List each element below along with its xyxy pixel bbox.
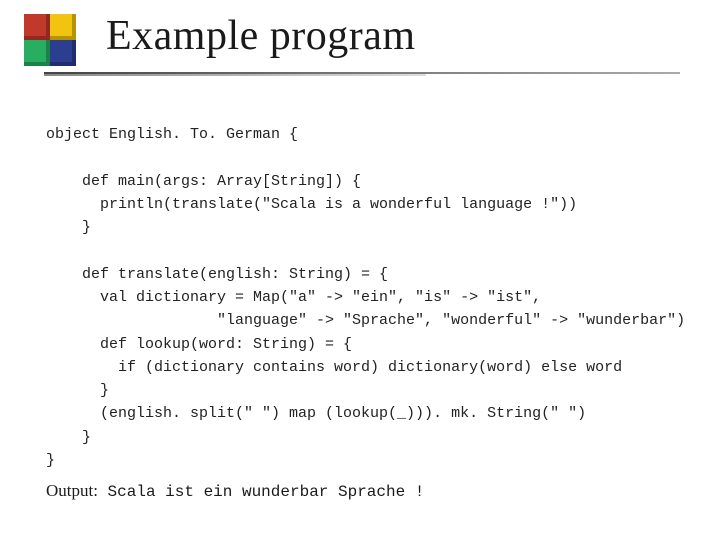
code-line: "language" -> "Sprache", "wonderful" -> …	[46, 312, 685, 329]
code-line: def translate(english: String) = {	[46, 266, 388, 283]
code-block: object English. To. German { def main(ar…	[46, 100, 680, 472]
code-line: println(translate("Scala is a wonderful …	[46, 196, 577, 213]
logo-square-red	[24, 14, 50, 40]
output-line: Output: Scala ist ein wunderbar Sprache …	[46, 478, 680, 505]
code-line: }	[46, 219, 91, 236]
slide-body: object English. To. German { def main(ar…	[46, 100, 680, 505]
slide: Example program object English. To. Germ…	[0, 0, 720, 540]
slide-title: Example program	[106, 12, 416, 60]
logo-square-yellow	[50, 14, 76, 40]
code-line: val dictionary = Map("a" -> "ein", "is" …	[46, 289, 541, 306]
code-line: }	[46, 452, 55, 469]
code-line: }	[46, 382, 109, 399]
code-line: object English. To. German {	[46, 126, 298, 143]
logo-square-green	[24, 40, 50, 66]
code-line: if (dictionary contains word) dictionary…	[46, 359, 622, 376]
logo-square-blue	[50, 40, 76, 66]
code-line: }	[46, 429, 91, 446]
output-label: Output:	[46, 481, 98, 500]
slide-logo	[24, 14, 80, 70]
code-line: def lookup(word: String) = {	[46, 336, 352, 353]
code-line: def main(args: Array[String]) {	[46, 173, 361, 190]
code-line: (english. split(" ") map (lookup(_))). m…	[46, 405, 586, 422]
title-underline	[44, 72, 680, 76]
output-text: Scala ist ein wunderbar Sprache !	[98, 483, 424, 501]
